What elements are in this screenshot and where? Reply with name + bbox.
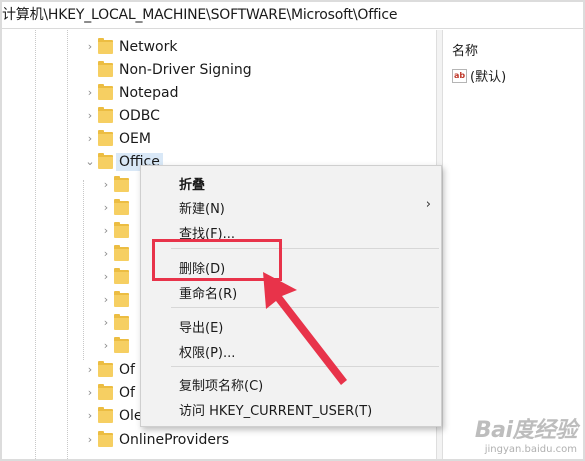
folder-icon [98,106,113,123]
chevron-right-icon[interactable]: › [82,109,98,122]
value-row-default[interactable]: ab (默认) [452,66,506,85]
tree-node-label: Non-Driver Signing [119,61,252,78]
menu-item-rename[interactable]: 重命名(R) [179,283,237,302]
tree-child-node[interactable]: › [98,311,135,334]
chevron-right-icon[interactable]: › [98,316,114,329]
menu-item-copy-key-name[interactable]: 复制项名称(C) [179,375,263,394]
folder-icon [98,430,113,447]
tree-node-label: Of [119,384,135,401]
chevron-right-icon: › [425,197,431,212]
tree-node-onlineproviders[interactable]: › OnlineProviders [82,428,229,451]
folder-icon [98,37,113,54]
folder-icon [98,60,113,77]
menu-item-new[interactable]: 新建(N) [179,198,225,217]
folder-icon [114,290,129,307]
tree-node-network[interactable]: › Network [82,35,177,58]
folder-icon [114,313,129,330]
folder-icon [98,360,113,377]
chevron-right-icon[interactable]: › [82,409,98,422]
value-name: (默认) [470,70,507,85]
watermark-url: jingyan.baidu.com [484,444,577,455]
watermark: Bai度经验 jingyan.baidu.com [474,412,578,455]
address-path: 计算机\HKEY_LOCAL_MACHINE\SOFTWARE\Microsof… [2,7,398,23]
menu-item-goto-hkcu[interactable]: 访问 HKEY_CURRENT_USER(T) [179,400,372,419]
menu-item-export[interactable]: 导出(E) [179,317,223,336]
tree-node-label: OnlineProviders [119,431,230,448]
tree-node-notepad[interactable]: › Notepad [82,81,179,104]
tree-node-of-1[interactable]: › Of [82,358,135,381]
folder-icon [114,221,129,238]
address-bar[interactable]: 计算机\HKEY_LOCAL_MACHINE\SOFTWARE\Microsof… [2,2,583,29]
tree-guide-line [35,30,36,459]
tree-child-node[interactable]: › [98,334,135,357]
string-value-icon: ab [452,68,467,83]
menu-item-permissions[interactable]: 权限(P)... [179,342,235,361]
chevron-right-icon[interactable]: › [82,132,98,145]
chevron-right-icon[interactable]: › [98,224,114,237]
chevron-right-icon[interactable]: › [98,270,114,283]
chevron-right-icon[interactable]: › [98,178,114,191]
tree-node-non-driver-signing[interactable]: Non-Driver Signing [82,58,252,81]
chevron-right-icon[interactable]: › [98,247,114,260]
column-header-name[interactable]: 名称 [452,40,478,59]
tree-node-label: Network [119,38,178,55]
tree-child-node[interactable]: › [98,196,135,219]
tree-child-node[interactable]: › [98,242,135,265]
tree-child-node[interactable]: › [98,219,135,242]
tree-node-label: OEM [119,130,151,147]
chevron-right-icon[interactable]: › [82,40,98,53]
folder-icon [98,406,113,423]
values-pane[interactable]: 名称 ab (默认) [443,30,583,459]
chevron-right-icon[interactable]: › [98,293,114,306]
folder-icon [98,129,113,146]
tree-node-label: ODBC [119,107,160,124]
folder-icon [98,383,113,400]
chevron-right-icon[interactable]: › [98,201,114,214]
tree-child-node[interactable]: › [98,265,135,288]
folder-icon [98,83,113,100]
chevron-right-icon[interactable]: › [82,433,98,446]
chevron-right-icon[interactable]: › [98,339,114,352]
folder-icon [114,175,129,192]
watermark-logo-text: Bai度经验 [474,418,578,443]
tree-node-label: Of [119,361,135,378]
folder-icon [98,152,113,169]
chevron-down-icon[interactable]: ⌄ [82,155,98,168]
menu-item-collapse[interactable]: 折叠 [179,174,205,193]
folder-icon [114,244,129,261]
tree-node-oem[interactable]: › OEM [82,127,151,150]
tree-node-ole[interactable]: › Ole [82,404,143,427]
tree-guide-line [83,180,84,360]
folder-icon [114,336,129,353]
tree-node-label: Ole [119,407,143,424]
chevron-right-icon[interactable]: › [82,86,98,99]
tree-node-label: Notepad [119,84,179,101]
folder-icon [114,198,129,215]
annotation-arrow-icon [263,272,347,385]
tree-guide-line [67,30,68,459]
tree-node-odbc[interactable]: › ODBC [82,104,160,127]
folder-icon [114,267,129,284]
chevron-right-icon[interactable]: › [82,363,98,376]
chevron-right-icon[interactable]: › [82,386,98,399]
tree-child-node[interactable]: › [98,288,135,311]
tree-child-node[interactable]: › [98,173,135,196]
tree-node-of-2[interactable]: › Of [82,381,135,404]
